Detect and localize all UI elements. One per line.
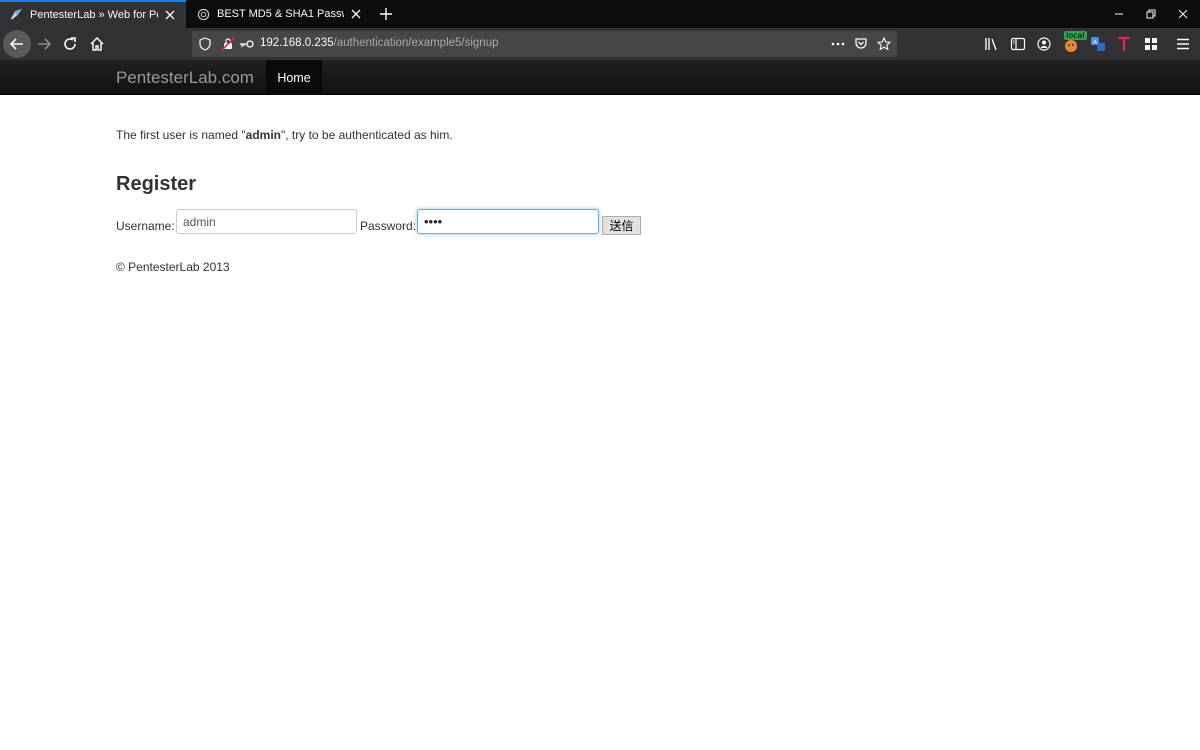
site-navbar: PentesterLab.com Home	[0, 60, 1200, 95]
sidebar-icon[interactable]	[1008, 34, 1028, 54]
tab-title: BEST MD5 & SHA1 Password D	[217, 8, 344, 20]
translate-extension-icon[interactable]: A	[1088, 34, 1108, 54]
insecure-lock-icon[interactable]	[220, 36, 236, 52]
footer-copyright: © PentesterLab 2013	[116, 260, 230, 274]
pentesterlab-favicon-icon	[8, 7, 24, 23]
t-extension-icon[interactable]	[1114, 34, 1134, 54]
forward-arrow-icon[interactable]	[30, 30, 58, 58]
extensions-grid-icon[interactable]	[1141, 34, 1161, 54]
tracking-shield-icon[interactable]	[197, 36, 213, 52]
tab-strip: PentesterLab » Web for Pentest BEST MD5 …	[0, 0, 1200, 28]
back-arrow-icon[interactable]	[3, 30, 31, 58]
restore-icon[interactable]	[1135, 0, 1167, 28]
library-icon[interactable]	[982, 34, 1002, 54]
address-bar[interactable]: 192.168.0.235/authentication/example5/si…	[192, 31, 897, 57]
reload-icon[interactable]	[56, 30, 84, 58]
minimize-icon[interactable]	[1103, 0, 1135, 28]
home-icon[interactable]	[83, 30, 111, 58]
username-label: Username:	[116, 219, 175, 233]
site-brand-link[interactable]: PentesterLab.com	[116, 68, 254, 88]
close-window-icon[interactable]	[1167, 0, 1199, 28]
submit-button[interactable]: 送信	[602, 216, 641, 235]
bookmark-star-icon[interactable]	[876, 36, 892, 52]
password-label: Password:	[360, 219, 417, 233]
page-actions-ellipsis-icon[interactable]	[830, 36, 846, 52]
intro-username: admin	[245, 128, 281, 142]
hamburger-menu-icon[interactable]	[1173, 34, 1193, 54]
url-text[interactable]: 192.168.0.235/authentication/example5/si…	[260, 37, 499, 49]
tab-pentesterlab[interactable]: PentesterLab » Web for Pentest	[0, 0, 186, 28]
nav-home-link[interactable]: Home	[266, 60, 322, 95]
globe-favicon-icon	[195, 6, 211, 22]
navigation-toolbar: 192.168.0.235/authentication/example5/si…	[0, 28, 1200, 60]
intro-text: The first user is named "admin", try to …	[116, 128, 453, 142]
account-icon[interactable]	[1034, 34, 1054, 54]
password-input[interactable]: ••••	[417, 209, 599, 234]
pocket-icon[interactable]	[853, 36, 869, 52]
new-tab-plus-icon[interactable]	[376, 4, 396, 24]
username-input[interactable]	[176, 209, 357, 234]
intro-text-after: ", try to be authenticated as him.	[280, 128, 453, 142]
key-icon[interactable]	[239, 36, 255, 52]
page-title: Register	[116, 173, 197, 195]
close-tab-icon[interactable]	[348, 6, 364, 22]
tab-title: PentesterLab » Web for Pentest	[30, 9, 158, 21]
tab-md5-sha1[interactable]: BEST MD5 & SHA1 Password D	[187, 0, 372, 28]
url-path: /authentication/example5/signup	[333, 37, 499, 49]
close-tab-icon[interactable]	[162, 7, 178, 23]
extension-badge: local	[1064, 31, 1087, 40]
url-host: 192.168.0.235	[260, 37, 334, 49]
intro-text-before: The first user is named "	[116, 128, 246, 142]
